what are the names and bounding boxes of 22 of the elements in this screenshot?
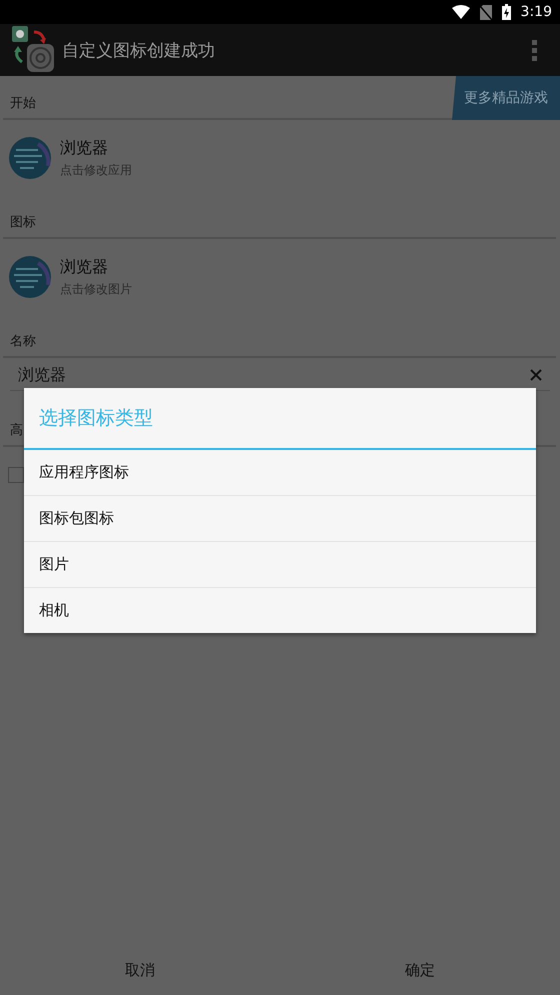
menu-item[interactable]: 相机 bbox=[24, 587, 536, 633]
clear-icon[interactable] bbox=[530, 369, 542, 381]
section-heading: 开始 bbox=[10, 95, 36, 112]
wifi-icon bbox=[452, 5, 470, 19]
battery-charging-icon bbox=[502, 4, 511, 20]
globe-icon bbox=[8, 136, 52, 180]
app-logo-icon bbox=[10, 26, 56, 74]
menu-item[interactable]: 应用程序图标 bbox=[24, 450, 536, 495]
clock: 3:19 bbox=[520, 4, 552, 20]
section-heading: 图标 bbox=[10, 214, 36, 231]
menu-item[interactable]: 图标包图标 bbox=[24, 495, 536, 541]
promo-banner[interactable]: 更多精品游戏 bbox=[452, 76, 560, 120]
app-title: 自定义图标创建成功 bbox=[62, 40, 216, 62]
menu-item[interactable]: 图片 bbox=[24, 541, 536, 587]
no-sim-icon bbox=[480, 4, 492, 20]
checkbox[interactable] bbox=[8, 467, 24, 483]
section-heading: 名称 bbox=[10, 333, 36, 350]
dialog-title: 选择图标类型 bbox=[24, 388, 536, 450]
section-heading: 高 bbox=[10, 422, 23, 439]
dialog-button[interactable]: 取消 bbox=[0, 945, 280, 995]
globe-icon bbox=[8, 255, 52, 299]
dialog-button[interactable]: 确定 bbox=[280, 945, 560, 995]
